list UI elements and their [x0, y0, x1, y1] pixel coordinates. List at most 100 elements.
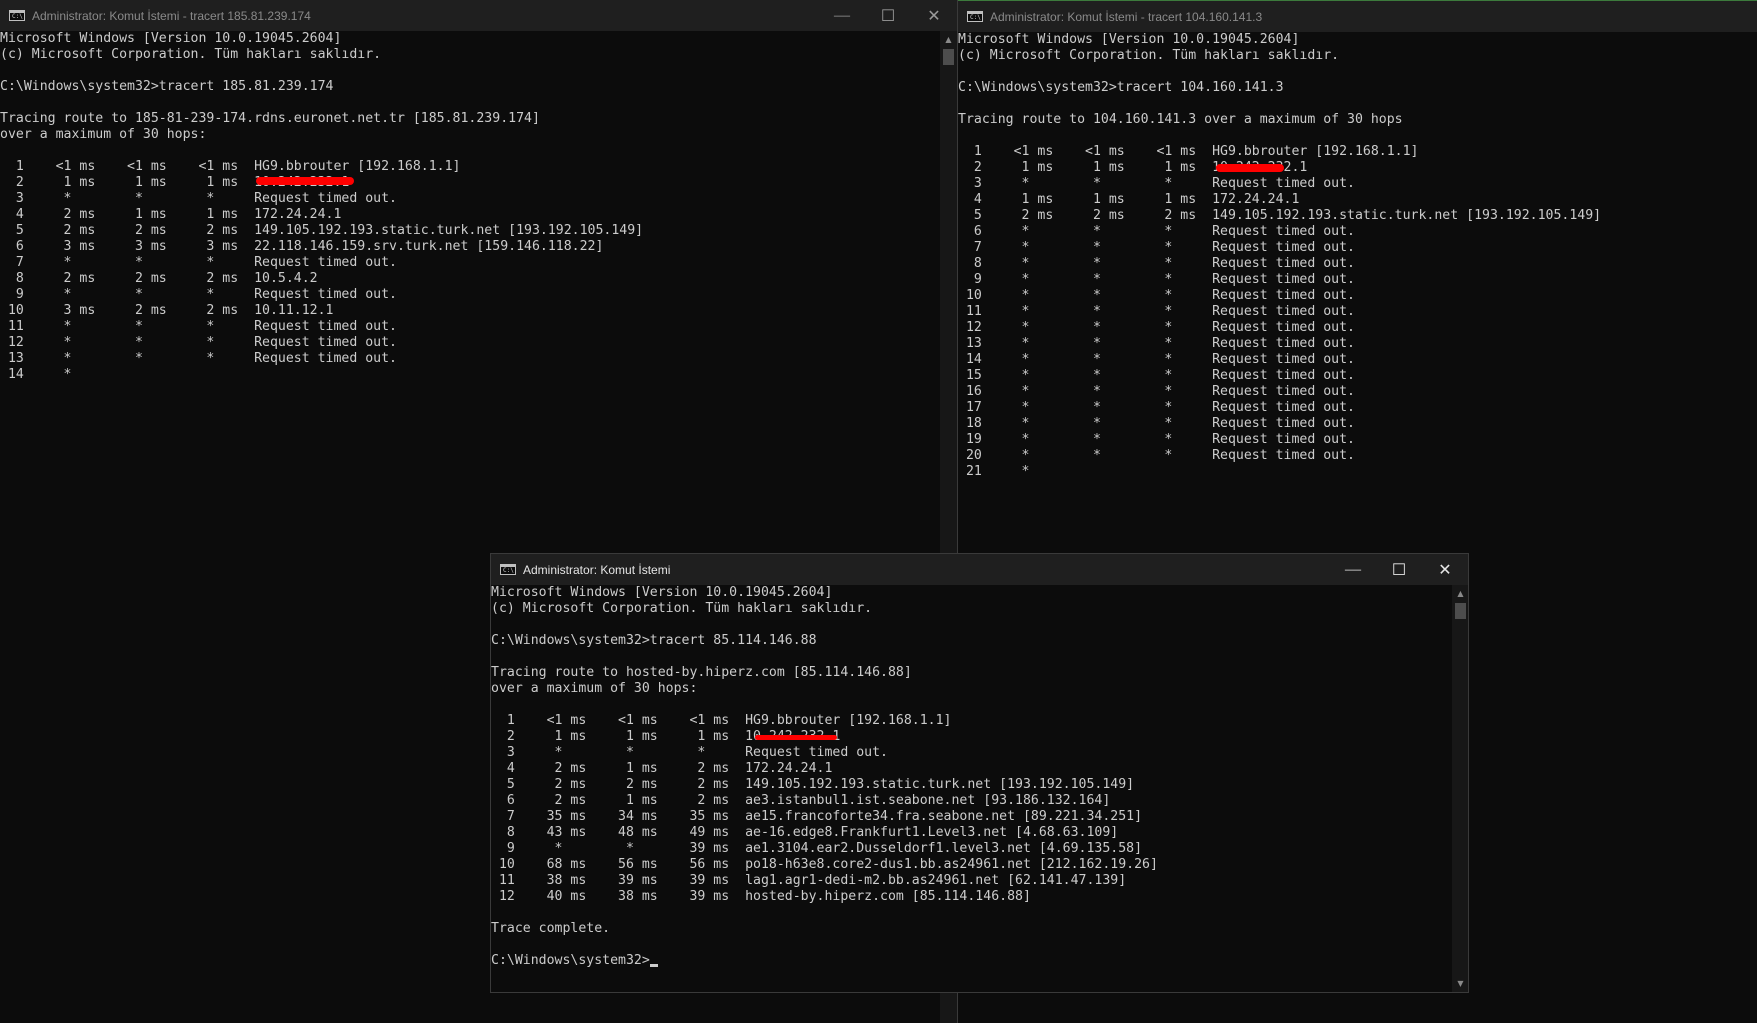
console-line: 21 * — [958, 464, 1030, 479]
console-line: C:\Windows\system32>tracert 85.114.146.8… — [491, 633, 817, 648]
console-line: 16 * * * Request timed out. — [958, 384, 1355, 399]
console-line: (c) Microsoft Corporation. Tüm hakları s… — [491, 601, 873, 616]
text-cursor — [649, 964, 658, 967]
front-console-output[interactable]: Microsoft Windows [Version 10.0.19045.26… — [491, 585, 1158, 969]
left-maximize-button[interactable]: ☐ — [865, 0, 911, 31]
console-line: C:\Windows\system32>tracert 104.160.141.… — [958, 80, 1284, 95]
front-title-bar[interactable]: C:\ Administrator: Komut İstemi — ☐ ✕ — [491, 554, 1468, 585]
console-line: 3 * * * Request timed out. — [958, 176, 1355, 191]
front-window-title: Administrator: Komut İstemi — [523, 562, 671, 577]
console-line: 5 2 ms 2 ms 2 ms 149.105.192.193.static.… — [958, 208, 1602, 223]
scroll-down-icon[interactable]: ▼ — [1452, 975, 1468, 992]
console-line: Microsoft Windows [Version 10.0.19045.26… — [0, 31, 342, 46]
maximize-icon: ☐ — [880, 7, 896, 25]
console-line: Tracing route to hosted-by.hiperz.com [8… — [491, 665, 912, 680]
close-icon: ✕ — [1438, 561, 1452, 579]
console-line: 12 * * * Request timed out. — [958, 320, 1355, 335]
console-line: 7 * * * Request timed out. — [0, 255, 397, 270]
console-icon: C:\ — [967, 11, 983, 22]
right-window-title: Administrator: Komut İstemi - tracert 10… — [990, 9, 1263, 24]
console-line: 9 * * 39 ms ae1.3104.ear2.Dusseldorf1.le… — [491, 841, 1143, 856]
console-line: 14 * — [0, 367, 72, 382]
console-icon: C:\ — [500, 564, 516, 575]
console-line: 9 * * * Request timed out. — [958, 272, 1355, 287]
left-scroll-thumb[interactable] — [943, 49, 954, 65]
console-line: C:\Windows\system32>tracert 185.81.239.1… — [0, 79, 334, 94]
front-console-window[interactable]: C:\ Administrator: Komut İstemi — ☐ ✕ Mi… — [490, 553, 1469, 993]
front-maximize-button[interactable]: ☐ — [1376, 554, 1422, 585]
console-line: 13 * * * Request timed out. — [0, 351, 397, 366]
console-line: 10 3 ms 2 ms 2 ms 10.11.12.1 — [0, 303, 334, 318]
front-minimize-button[interactable]: — — [1330, 554, 1376, 585]
console-line: 1 <1 ms <1 ms <1 ms HG9.bbrouter [192.16… — [958, 144, 1419, 159]
console-line: 19 * * * Request timed out. — [958, 432, 1355, 447]
console-line: 1 <1 ms <1 ms <1 ms HG9.bbrouter [192.16… — [0, 159, 461, 174]
scroll-up-icon[interactable]: ▲ — [940, 31, 957, 48]
console-line: C:\Windows\system32> — [491, 953, 1158, 969]
console-line: 9 * * * Request timed out. — [0, 287, 397, 302]
minimize-icon: — — [834, 6, 850, 24]
console-line: over a maximum of 30 hops: — [0, 127, 207, 142]
console-line: 15 * * * Request timed out. — [958, 368, 1355, 383]
console-line: Microsoft Windows [Version 10.0.19045.26… — [958, 32, 1300, 47]
console-line: 18 * * * Request timed out. — [958, 416, 1355, 431]
console-line: 20 * * * Request timed out. — [958, 448, 1355, 463]
close-icon: ✕ — [927, 7, 941, 25]
console-line: 3 * * * Request timed out. — [491, 745, 888, 760]
scroll-up-icon[interactable]: ▲ — [1452, 585, 1468, 602]
left-close-button[interactable]: ✕ — [911, 0, 957, 31]
left-window-title: Administrator: Komut İstemi - tracert 18… — [32, 8, 311, 23]
console-line: 14 * * * Request timed out. — [958, 352, 1355, 367]
console-line: 6 3 ms 3 ms 3 ms 22.118.146.159.srv.turk… — [0, 239, 604, 254]
console-line: 7 35 ms 34 ms 35 ms ae15.francoforte34.f… — [491, 809, 1143, 824]
console-line: 12 * * * Request timed out. — [0, 335, 397, 350]
console-line: Microsoft Windows [Version 10.0.19045.26… — [491, 585, 833, 600]
right-console-output[interactable]: Microsoft Windows [Version 10.0.19045.26… — [958, 32, 1601, 480]
console-line: 1 <1 ms <1 ms <1 ms HG9.bbrouter [192.16… — [491, 713, 952, 728]
console-line: (c) Microsoft Corporation. Tüm hakları s… — [0, 47, 382, 62]
console-line: 6 2 ms 1 ms 2 ms ae3.istanbul1.ist.seabo… — [491, 793, 1111, 808]
console-line: 10 * * * Request timed out. — [958, 288, 1355, 303]
console-line: 11 * * * Request timed out. — [0, 319, 397, 334]
redaction-mark — [755, 735, 837, 740]
console-line: 8 * * * Request timed out. — [958, 256, 1355, 271]
front-close-button[interactable]: ✕ — [1422, 554, 1468, 585]
console-line: 6 * * * Request timed out. — [958, 224, 1355, 239]
front-scroll-thumb[interactable] — [1455, 603, 1466, 619]
console-icon: C:\ — [9, 10, 25, 21]
console-line: 12 40 ms 38 ms 39 ms hosted-by.hiperz.co… — [491, 889, 1031, 904]
console-line: 8 43 ms 48 ms 49 ms ae-16.edge8.Frankfur… — [491, 825, 1119, 840]
console-line: Tracing route to 185-81-239-174.rdns.eur… — [0, 111, 540, 126]
console-line: Tracing route to 104.160.141.3 over a ma… — [958, 112, 1403, 127]
console-line: over a maximum of 30 hops: — [491, 681, 698, 696]
console-line: 3 * * * Request timed out. — [0, 191, 397, 206]
console-line: 17 * * * Request timed out. — [958, 400, 1355, 415]
minimize-icon: — — [1345, 560, 1361, 578]
maximize-icon: ☐ — [1391, 561, 1407, 579]
console-line: Trace complete. — [491, 921, 611, 936]
console-line: 4 2 ms 1 ms 1 ms 172.24.24.1 — [0, 207, 342, 222]
console-line: 11 * * * Request timed out. — [958, 304, 1355, 319]
redaction-mark — [1216, 166, 1280, 168]
console-line: 5 2 ms 2 ms 2 ms 149.105.192.193.static.… — [491, 777, 1135, 792]
redaction-mark — [256, 177, 354, 185]
console-line: 5 2 ms 2 ms 2 ms 149.105.192.193.static.… — [0, 223, 644, 238]
front-scrollbar[interactable]: ▲ ▼ — [1452, 585, 1468, 992]
console-line: 8 2 ms 2 ms 2 ms 10.5.4.2 — [0, 271, 318, 286]
console-line: 7 * * * Request timed out. — [958, 240, 1355, 255]
left-minimize-button[interactable]: — — [819, 0, 865, 31]
right-title-bar[interactable]: C:\ Administrator: Komut İstemi - tracer… — [958, 1, 1757, 32]
left-title-bar[interactable]: C:\ Administrator: Komut İstemi - tracer… — [0, 0, 957, 31]
left-console-output[interactable]: Microsoft Windows [Version 10.0.19045.26… — [0, 31, 643, 383]
